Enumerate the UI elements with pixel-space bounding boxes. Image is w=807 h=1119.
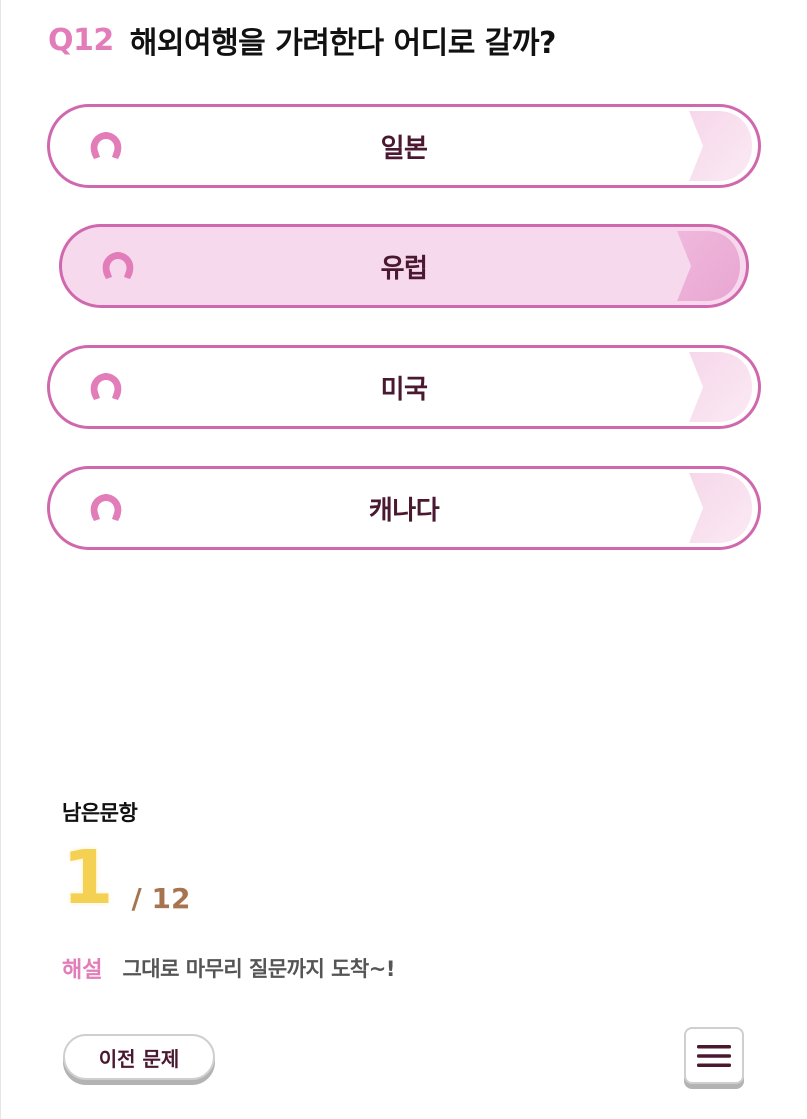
progress-counter: 1 / 12 — [62, 838, 190, 918]
arrow-decoration — [675, 230, 740, 302]
answer-options: 일본 유럽 미국 캐나다 — [0, 0, 807, 600]
total-count: / 12 — [131, 882, 191, 915]
option-usa[interactable]: 미국 — [47, 345, 761, 429]
arrow-decoration — [687, 351, 752, 423]
previous-question-button[interactable]: 이전 문제 — [63, 1034, 215, 1080]
hamburger-menu-icon — [697, 1044, 731, 1067]
arrow-decoration — [687, 472, 752, 544]
option-label: 유럽 — [380, 253, 428, 284]
remaining-label: 남은문항 — [62, 801, 138, 825]
explanation-label: 해설 — [62, 958, 103, 983]
menu-button[interactable] — [684, 1027, 744, 1084]
option-canada[interactable]: 캐나다 — [47, 466, 761, 550]
remaining-count: 1 — [62, 835, 114, 921]
explanation-text: 그대로 마무리 질문까지 도착~! — [122, 957, 395, 981]
option-japan[interactable]: 일본 — [47, 104, 761, 188]
option-label: 미국 — [380, 374, 428, 405]
arrow-decoration — [687, 110, 752, 182]
option-label: 일본 — [380, 133, 428, 164]
explanation: 해설 그대로 마무리 질문까지 도착~! — [62, 952, 395, 984]
option-europe[interactable]: 유럽 — [59, 224, 749, 308]
option-label: 캐나다 — [368, 495, 440, 526]
